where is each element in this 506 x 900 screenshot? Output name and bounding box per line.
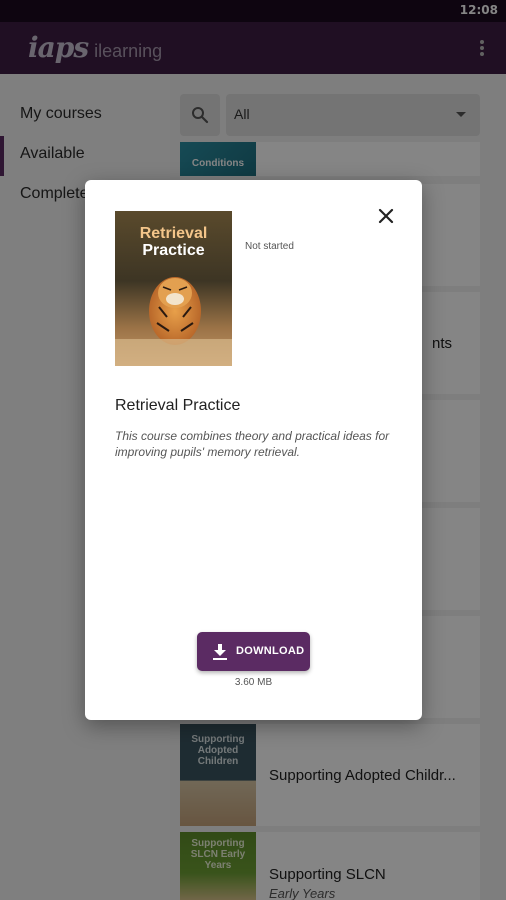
- download-label: DOWNLOAD: [236, 645, 305, 657]
- course-dialog: Retrieval Practice Not started Retrieval…: [85, 180, 422, 720]
- download-icon: [213, 644, 227, 660]
- course-cover-image: Retrieval Practice: [115, 211, 232, 366]
- close-icon[interactable]: [374, 204, 398, 228]
- course-description: This course combines theory and practica…: [115, 429, 390, 459]
- course-title: Retrieval Practice: [115, 397, 241, 414]
- download-size: 3.60 MB: [234, 677, 273, 688]
- download-button[interactable]: DOWNLOAD: [197, 632, 310, 671]
- cover-title-line2: Practice: [142, 242, 205, 259]
- cover-title-line1: Retrieval: [139, 225, 208, 242]
- course-status: Not started: [245, 241, 294, 252]
